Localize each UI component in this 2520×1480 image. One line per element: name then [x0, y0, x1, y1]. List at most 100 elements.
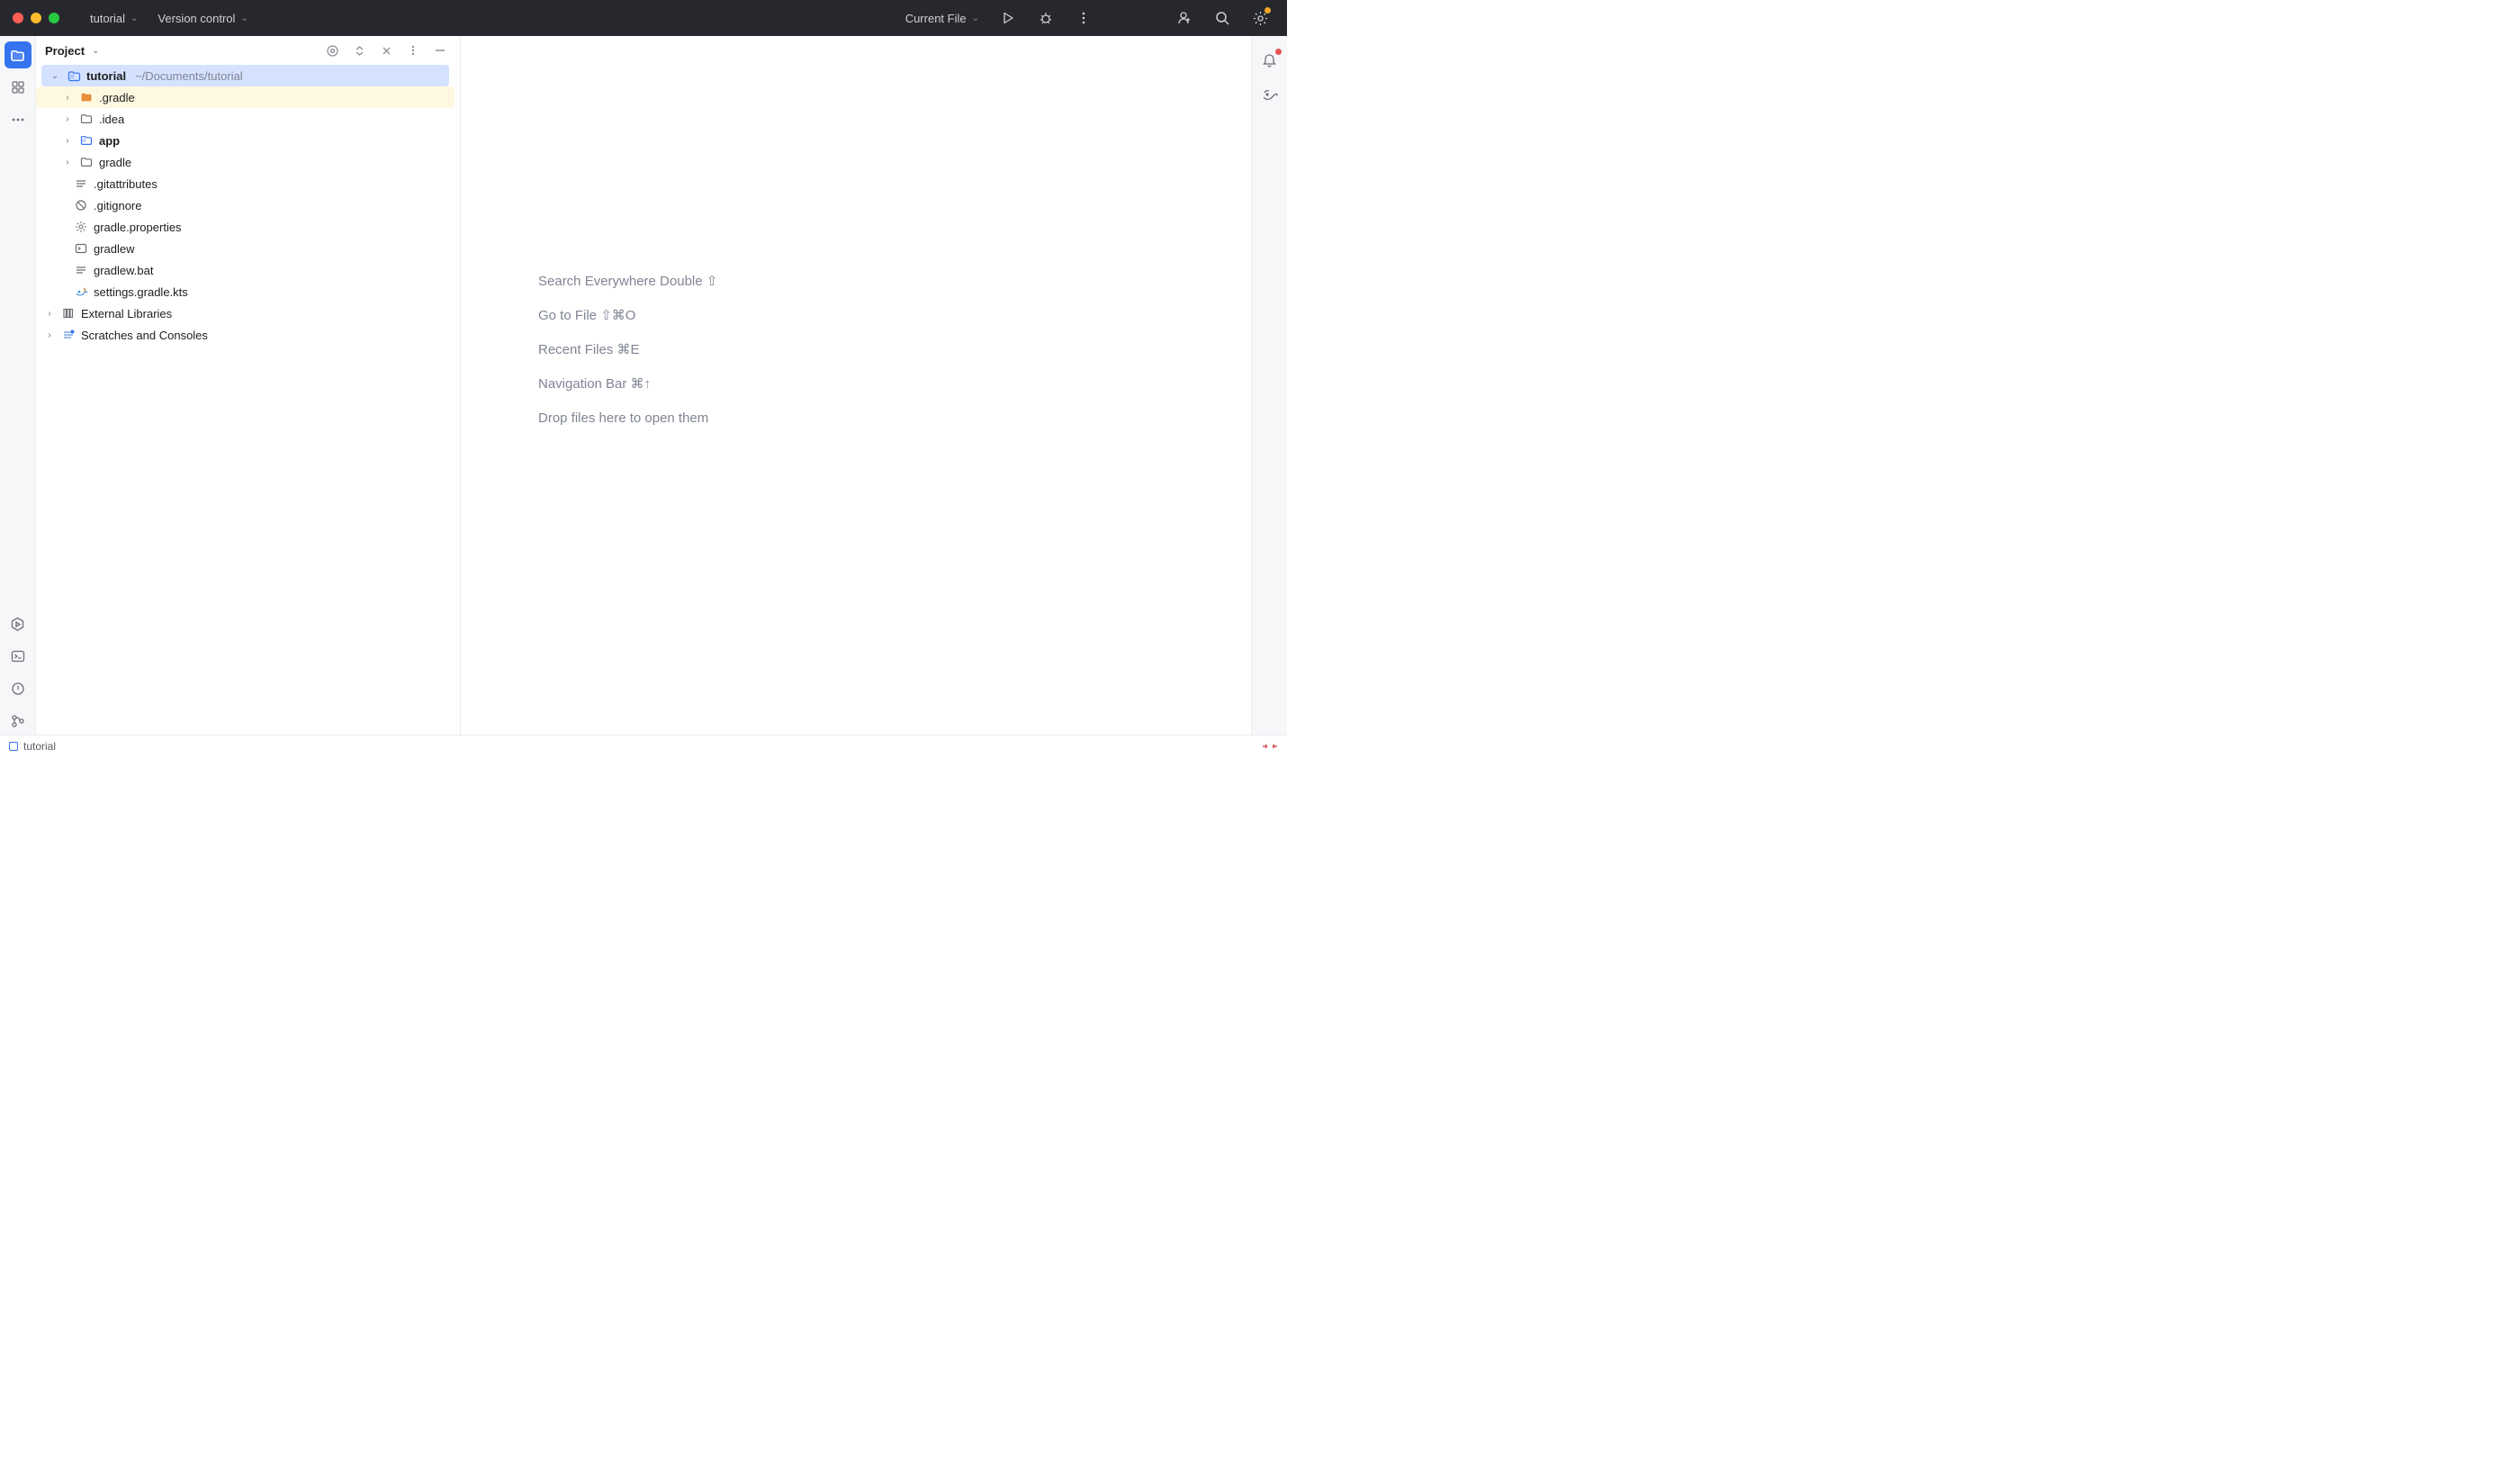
tree-item-label: gradle.properties: [94, 221, 182, 234]
chevron-down-icon: ⌄: [972, 14, 979, 23]
debug-button[interactable]: [1031, 4, 1060, 32]
project-panel-header: Project ⌄: [36, 36, 460, 65]
notification-indicator: [1275, 49, 1282, 55]
panel-title: Project: [45, 44, 85, 58]
left-tool-stripe: [0, 36, 36, 735]
expand-all-button[interactable]: [348, 40, 370, 61]
chevron-right-icon[interactable]: ›: [43, 309, 56, 319]
run-config-label: Current File: [905, 12, 967, 25]
vcs-dropdown[interactable]: Version control ⌄: [152, 8, 253, 29]
more-tool-windows-button[interactable]: [4, 106, 32, 133]
chevron-right-icon[interactable]: ›: [61, 93, 74, 103]
tree-item-label: .gitattributes: [94, 177, 158, 191]
project-panel: Project ⌄ ⌄: [36, 36, 461, 735]
main-area: Project ⌄ ⌄: [0, 36, 1287, 735]
chevron-down-icon[interactable]: ⌄: [92, 46, 99, 56]
chevron-right-icon[interactable]: ›: [43, 330, 56, 340]
module-icon: [9, 742, 18, 751]
problems-tool-button[interactable]: [4, 675, 32, 702]
chevron-down-icon: ⌄: [130, 14, 138, 23]
indent-indicator[interactable]: [1262, 741, 1278, 752]
tree-root-name: tutorial: [86, 69, 126, 83]
right-tool-stripe: [1251, 36, 1287, 735]
tree-item-label: gradlew.bat: [94, 264, 154, 277]
properties-file-icon: [74, 220, 88, 234]
chevron-right-icon[interactable]: ›: [61, 114, 74, 124]
tip-search: Search Everywhere Double ⇧: [538, 265, 717, 299]
tree-node-external-libraries[interactable]: › External Libraries: [36, 302, 454, 324]
tree-file-gitignore[interactable]: .gitignore: [36, 194, 454, 216]
terminal-tool-button[interactable]: [4, 643, 32, 670]
tree-folder-idea[interactable]: › .idea: [36, 108, 454, 130]
tree-item-label: Scratches and Consoles: [81, 329, 208, 342]
library-icon: [61, 306, 76, 320]
chevron-right-icon[interactable]: ›: [61, 136, 74, 146]
search-button[interactable]: [1208, 4, 1237, 32]
settings-update-indicator: [1264, 7, 1271, 14]
project-dropdown[interactable]: tutorial ⌄: [85, 8, 143, 29]
tree-root-row[interactable]: ⌄ tutorial ~/Documents/tutorial: [41, 65, 449, 86]
panel-options-button[interactable]: [402, 40, 424, 61]
services-tool-button[interactable]: [4, 610, 32, 637]
tree-item-label: app: [99, 134, 120, 148]
select-opened-file-button[interactable]: [321, 40, 343, 61]
tree-module-app[interactable]: › app: [36, 130, 454, 151]
tree-folder-gradle-cache[interactable]: › .gradle: [36, 86, 454, 108]
module-folder-icon: [67, 68, 81, 83]
hide-panel-button[interactable]: [429, 40, 451, 61]
titlebar: tutorial ⌄ Version control ⌄ Current Fil…: [0, 0, 1287, 36]
close-window-button[interactable]: [13, 13, 23, 23]
tip-goto-file: Go to File ⇧⌘O: [538, 299, 635, 333]
settings-button[interactable]: [1246, 4, 1274, 32]
tree-folder-gradle[interactable]: › gradle: [36, 151, 454, 173]
tip-navigation-bar: Navigation Bar ⌘↑: [538, 367, 651, 402]
tree-item-label: settings.gradle.kts: [94, 285, 188, 299]
minimize-window-button[interactable]: [31, 13, 41, 23]
tree-item-label: .idea: [99, 113, 124, 126]
editor-empty-tips: Search Everywhere Double ⇧ Go to File ⇧⌘…: [538, 265, 717, 436]
notifications-button[interactable]: [1256, 47, 1283, 74]
text-file-icon: [74, 176, 88, 191]
shell-script-icon: [74, 241, 88, 256]
vcs-tool-button[interactable]: [4, 708, 32, 735]
gradle-tool-button[interactable]: [1256, 81, 1283, 108]
more-actions-button[interactable]: [1069, 4, 1098, 32]
status-module-label[interactable]: tutorial: [23, 740, 56, 753]
tree-file-gradlew-bat[interactable]: gradlew.bat: [36, 259, 454, 281]
tree-item-label: gradlew: [94, 242, 135, 256]
folder-icon: [79, 112, 94, 126]
tree-file-gradle-properties[interactable]: gradle.properties: [36, 216, 454, 238]
project-name-label: tutorial: [90, 12, 125, 25]
code-with-me-button[interactable]: [1170, 4, 1199, 32]
ignore-file-icon: [74, 198, 88, 212]
status-bar: tutorial: [0, 735, 1287, 756]
maximize-window-button[interactable]: [49, 13, 59, 23]
tree-item-label: .gradle: [99, 91, 135, 104]
tree-item-label: .gitignore: [94, 199, 141, 212]
vcs-label: Version control: [158, 12, 235, 25]
chevron-down-icon[interactable]: ⌄: [49, 71, 61, 81]
project-tree[interactable]: ⌄ tutorial ~/Documents/tutorial › .gradl…: [36, 65, 460, 735]
tree-node-scratches[interactable]: › Scratches and Consoles: [36, 324, 454, 346]
tree-file-settings-gradle[interactable]: settings.gradle.kts: [36, 281, 454, 302]
project-tool-button[interactable]: [4, 41, 32, 68]
structure-tool-button[interactable]: [4, 74, 32, 101]
excluded-folder-icon: [79, 90, 94, 104]
gradle-kotlin-icon: [74, 284, 88, 299]
tree-root-path: ~/Documents/tutorial: [135, 69, 243, 83]
module-folder-icon: [79, 133, 94, 148]
editor-area[interactable]: Search Everywhere Double ⇧ Go to File ⇧⌘…: [461, 36, 1251, 735]
run-config-dropdown[interactable]: Current File ⌄: [900, 8, 985, 29]
window-controls: [13, 13, 59, 23]
text-file-icon: [74, 263, 88, 277]
folder-icon: [79, 155, 94, 169]
run-button[interactable]: [994, 4, 1022, 32]
tree-item-label: gradle: [99, 156, 131, 169]
tree-item-label: External Libraries: [81, 307, 172, 320]
tree-file-gitattributes[interactable]: .gitattributes: [36, 173, 454, 194]
tree-file-gradlew[interactable]: gradlew: [36, 238, 454, 259]
collapse-all-button[interactable]: [375, 40, 397, 61]
chevron-down-icon: ⌄: [240, 14, 248, 23]
chevron-right-icon[interactable]: ›: [61, 158, 74, 167]
scratch-icon: [61, 328, 76, 342]
